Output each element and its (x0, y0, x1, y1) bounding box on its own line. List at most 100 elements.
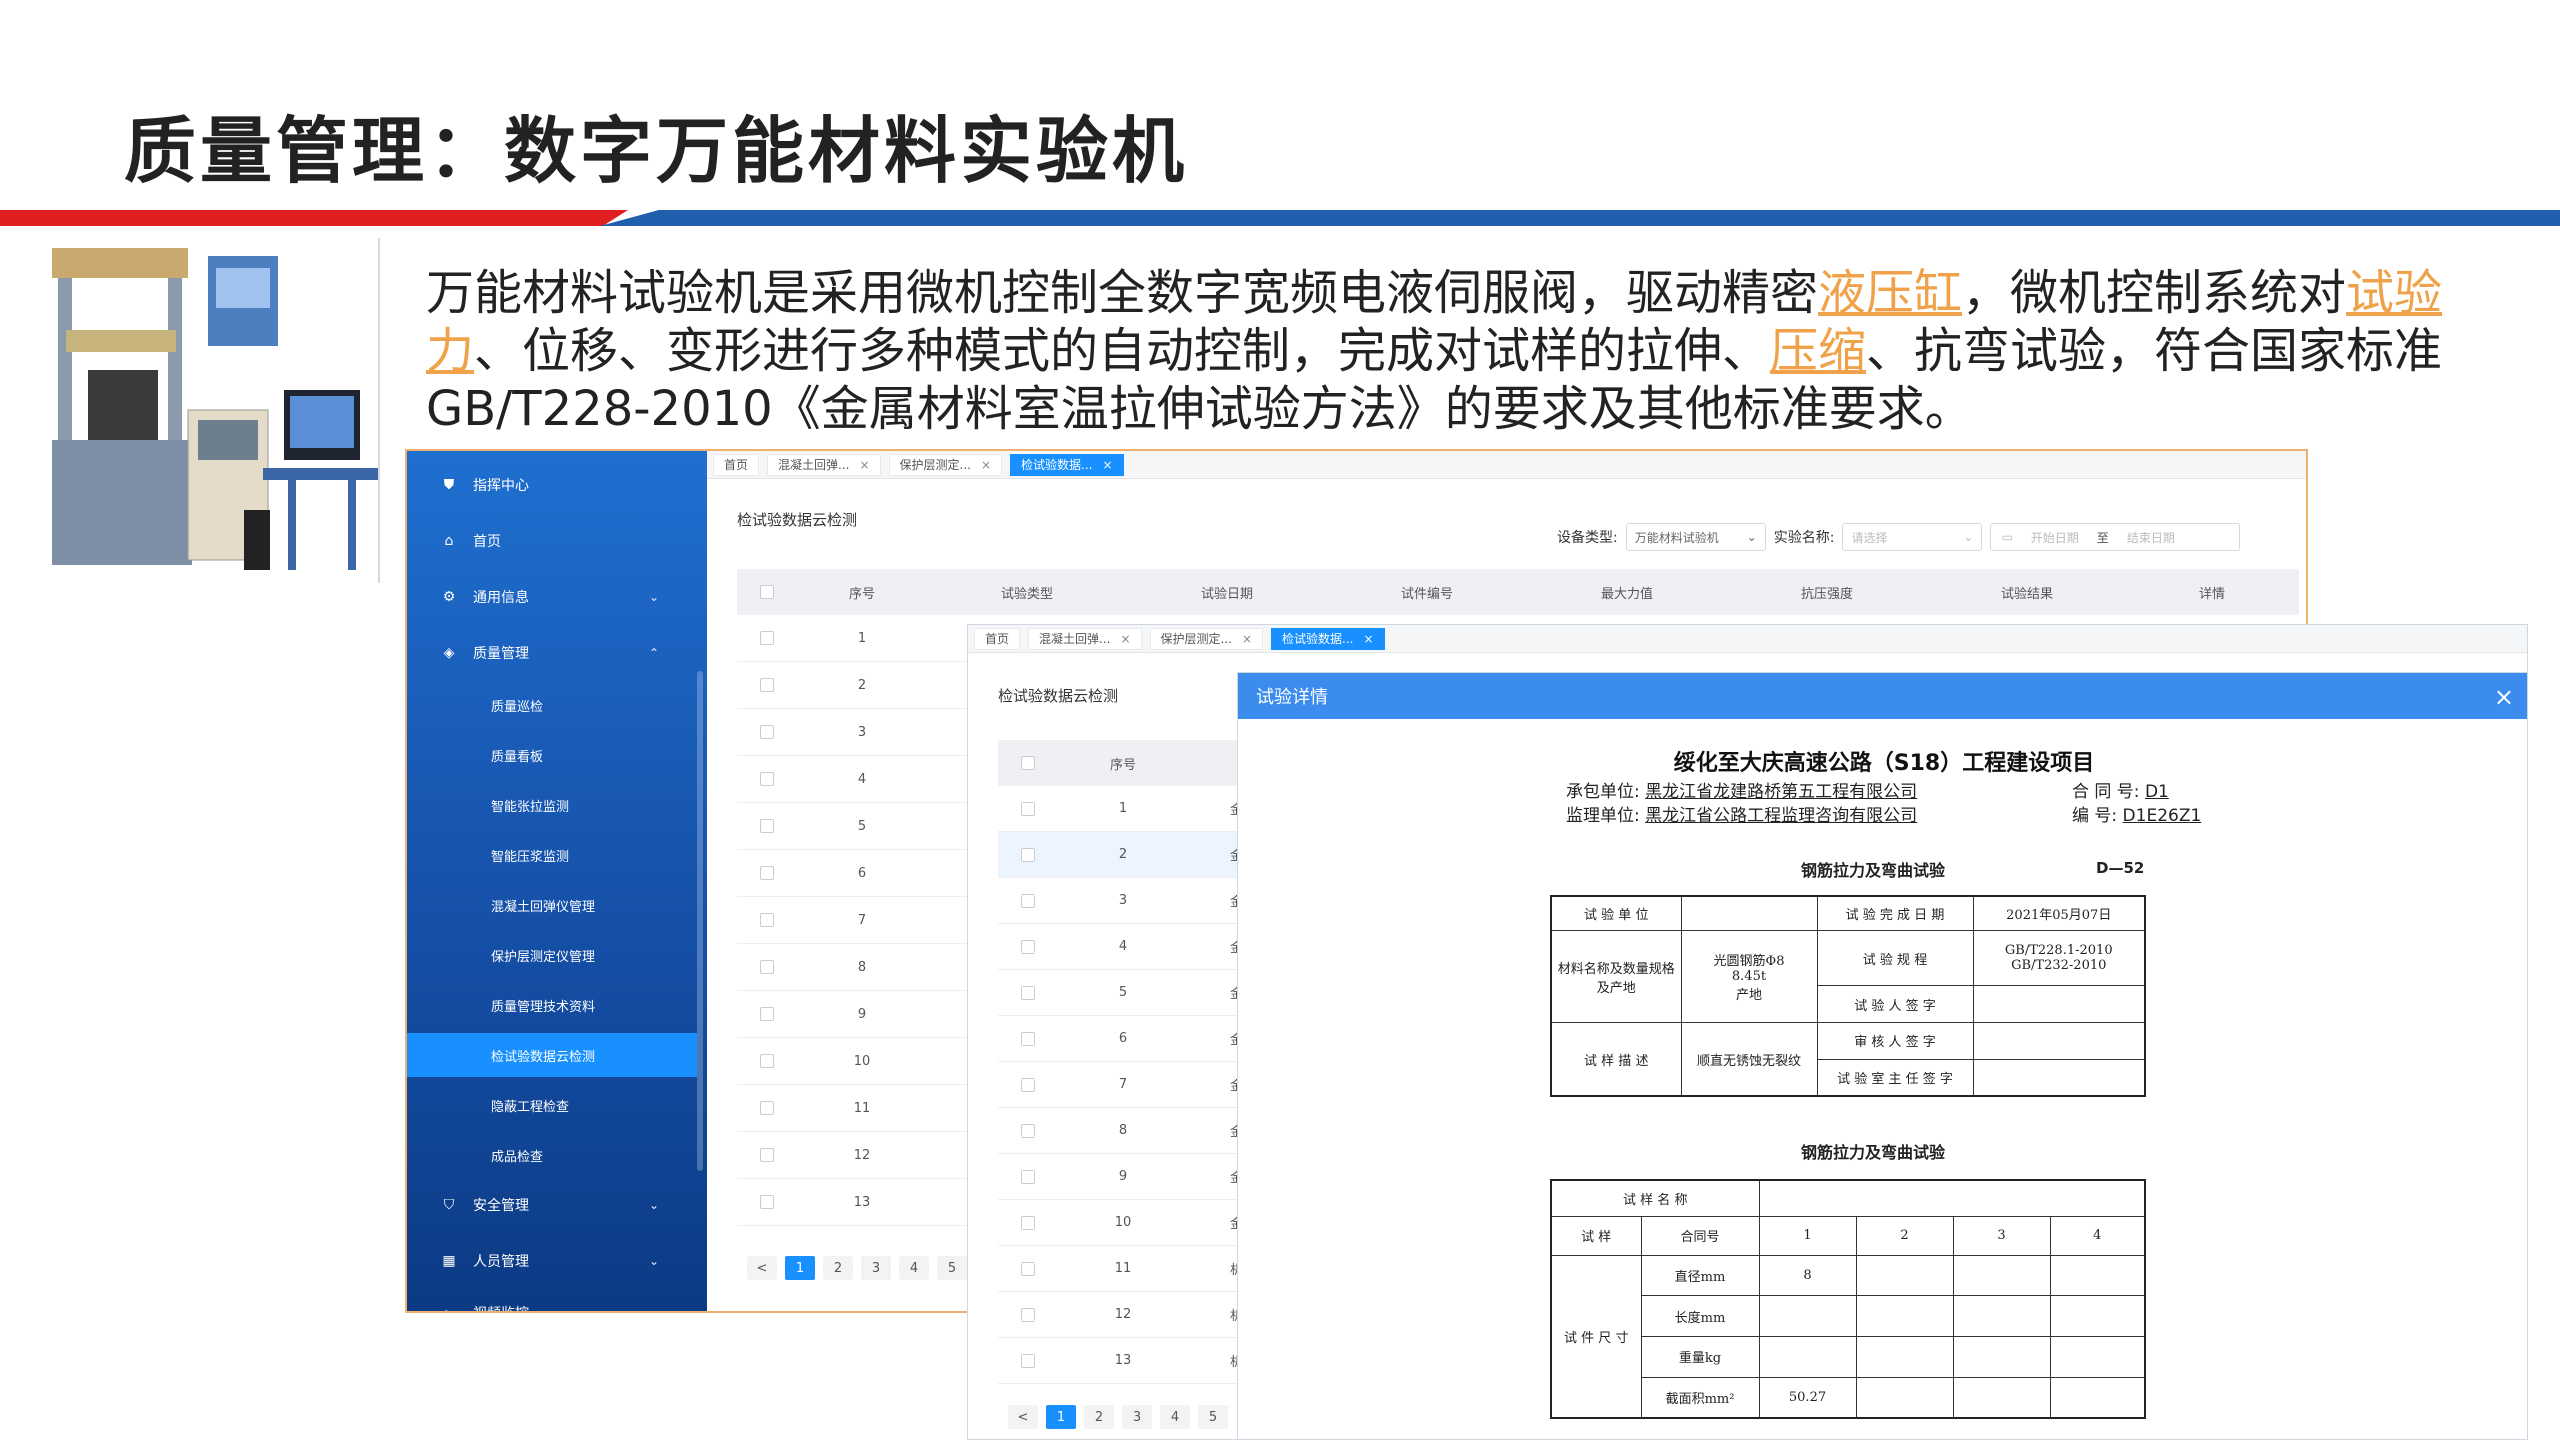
close-icon[interactable]: × (1242, 632, 1252, 646)
page-button[interactable]: 5 (937, 1256, 967, 1280)
doc-supervisor-label: 监理单位: (1566, 806, 1640, 826)
row-checkbox[interactable] (737, 772, 797, 786)
row-checkbox[interactable] (998, 893, 1058, 908)
close-icon[interactable]: × (2494, 683, 2514, 711)
page-button[interactable]: 3 (1122, 1405, 1152, 1429)
row-no: 7 (857, 912, 867, 928)
tab-rebound[interactable]: 混凝土回弹... × (767, 453, 881, 476)
row-checkbox[interactable] (998, 1215, 1058, 1230)
sidebar-item-home[interactable]: ⌂ 首页 (407, 519, 707, 563)
row-checkbox[interactable] (737, 960, 797, 974)
test-name-select[interactable]: 请选择 ⌄ (1842, 523, 1983, 551)
row-checkbox[interactable] (737, 1148, 797, 1162)
prev-page-button[interactable]: < (1008, 1405, 1038, 1429)
column-header: 试件编号 (1400, 586, 1453, 602)
row-checkbox[interactable] (737, 725, 797, 739)
page-button[interactable]: 2 (823, 1256, 853, 1280)
sidebar-item-label: 人员管理 (473, 1254, 529, 1270)
sidebar-sub-item[interactable]: 成品检查 (407, 1133, 697, 1177)
row-checkbox[interactable] (737, 1195, 797, 1209)
row-checkbox[interactable] (737, 819, 797, 833)
row-checkbox[interactable] (737, 913, 797, 927)
sidebar-scrollbar[interactable] (697, 671, 703, 1171)
close-icon[interactable]: × (859, 458, 869, 472)
sidebar-sub-item[interactable]: 质量看板 (407, 733, 697, 777)
row-checkbox[interactable] (737, 866, 797, 880)
row-checkbox[interactable] (998, 1261, 1058, 1276)
tab-rebound[interactable]: 混凝土回弹... × (1028, 627, 1142, 650)
sidebar-sub-item[interactable]: 隐蔽工程检查 (407, 1083, 697, 1127)
intro-text-3: 、位移、变形进行多种模式的自动控制，完成对试样的拉伸、 (474, 323, 1771, 379)
doc-contractor-label: 承包单位: (1566, 782, 1640, 802)
page-button[interactable]: 3 (861, 1256, 891, 1280)
slide: 质量管理：数字万能材料实验机 万能材料试验机是采用微机控制全数字宽频电液伺服阀，… (0, 0, 2560, 1440)
sidebar-item-command-center[interactable]: ⛊ 指挥中心 (407, 463, 707, 507)
doc-cell: 2 (1855, 1216, 1954, 1256)
sidebar-sub-item[interactable]: 混凝土回弹仪管理 (407, 883, 697, 927)
row-checkbox[interactable] (737, 678, 797, 692)
row-checkbox[interactable] (737, 631, 797, 645)
tab-cover[interactable]: 保护层测定... × (1149, 627, 1264, 650)
tab-test-data[interactable]: 检试验数据... × (1010, 453, 1124, 476)
date-range-picker[interactable]: ▭ 开始日期 至 结束日期 (1990, 523, 2241, 551)
close-icon[interactable]: × (1364, 632, 1374, 646)
tab-bar: 首页 混凝土回弹... × 保护层测定... × 检试验数据... × (707, 451, 2306, 479)
row-checkbox[interactable] (737, 1007, 797, 1021)
prev-page-button[interactable]: < (747, 1256, 777, 1280)
row-checkbox[interactable] (998, 939, 1058, 954)
sidebar-sub-item[interactable]: 保护层测定仪管理 (407, 933, 697, 977)
row-checkbox[interactable] (998, 985, 1058, 1000)
row-checkbox[interactable] (998, 1031, 1058, 1046)
page-button[interactable]: 2 (1084, 1405, 1114, 1429)
select-all-checkbox[interactable] (998, 756, 1058, 770)
row-no: 11 (1114, 1261, 1132, 1276)
sidebar-item-quality[interactable]: ◈ 质量管理 ⌃ (407, 631, 707, 675)
close-icon[interactable]: × (981, 458, 991, 472)
modal-header: 试验详情 × (1238, 673, 2527, 719)
tab-home[interactable]: 首页 (713, 453, 760, 476)
close-icon[interactable]: × (1103, 458, 1113, 472)
sidebar-item-video[interactable]: ▸ 视频监控 (407, 1291, 707, 1311)
row-checkbox[interactable] (998, 1353, 1058, 1368)
row-checkbox[interactable] (998, 1077, 1058, 1092)
tab-home[interactable]: 首页 (974, 627, 1021, 650)
row-checkbox[interactable] (998, 847, 1058, 862)
sidebar-item-people[interactable]: ▦ 人员管理 ⌄ (407, 1239, 707, 1283)
tab-cover[interactable]: 保护层测定... × (888, 453, 1003, 476)
row-checkbox[interactable] (998, 801, 1058, 816)
sidebar-sub-item[interactable]: 智能张拉监测 (407, 783, 697, 827)
close-icon[interactable]: × (1120, 632, 1130, 646)
doc-contractor: 承包单位: 黑龙江省龙建路桥第五工程有限公司 (1566, 777, 1917, 802)
sidebar-sub-item-active[interactable]: 检试验数据云检测 (407, 1033, 697, 1077)
section-heading: 检试验数据云检测 (998, 687, 1119, 705)
sidebar-sub-item[interactable]: 质量巡检 (407, 683, 697, 727)
page-button[interactable]: 4 (1160, 1405, 1190, 1429)
page-button[interactable]: 1 (785, 1256, 815, 1280)
row-checkbox[interactable] (737, 1054, 797, 1068)
tab-test-data[interactable]: 检试验数据... × (1271, 627, 1385, 650)
sidebar-sub-item[interactable]: 智能压浆监测 (407, 833, 697, 877)
row-no: 2 (857, 677, 867, 693)
row-no: 13 (1114, 1353, 1132, 1368)
row-checkbox[interactable] (998, 1307, 1058, 1322)
doc-table-2: 试 样 名 称 试 样 合同号 1 2 3 4 试 件 尺 寸 直径mm 8 长… (1550, 1179, 2146, 1419)
row-checkbox[interactable] (737, 1101, 797, 1115)
page-button[interactable]: 1 (1046, 1405, 1076, 1429)
row-checkbox[interactable] (998, 1123, 1058, 1138)
device-type-select[interactable]: 万能材料试验机 ⌄ (1625, 523, 1766, 551)
sidebar-item-general-info[interactable]: ⚙ 通用信息 ⌄ (407, 575, 707, 619)
row-no: 6 (857, 865, 867, 881)
tab-label: 保护层测定... (899, 458, 971, 472)
intro-highlight-compression[interactable]: 压缩 (1770, 323, 1866, 379)
sidebar-sub-item[interactable]: 质量管理技术资料 (407, 983, 697, 1027)
doc-cell: 直径mm (1640, 1254, 1760, 1297)
row-checkbox[interactable] (998, 1169, 1058, 1184)
select-all-checkbox[interactable] (737, 585, 797, 599)
doc-material-origin: 产地 (1735, 988, 1762, 1004)
row-no: 12 (853, 1147, 871, 1163)
doc-project-title: 绥化至大庆高速公路（S18）工程建设项目 (1673, 751, 2095, 776)
sidebar-item-safety[interactable]: ⛉ 安全管理 ⌄ (407, 1183, 707, 1227)
page-button[interactable]: 5 (1198, 1405, 1228, 1429)
page-button[interactable]: 4 (899, 1256, 929, 1280)
intro-highlight-hydraulic[interactable]: 液压缸 (1818, 265, 1962, 321)
